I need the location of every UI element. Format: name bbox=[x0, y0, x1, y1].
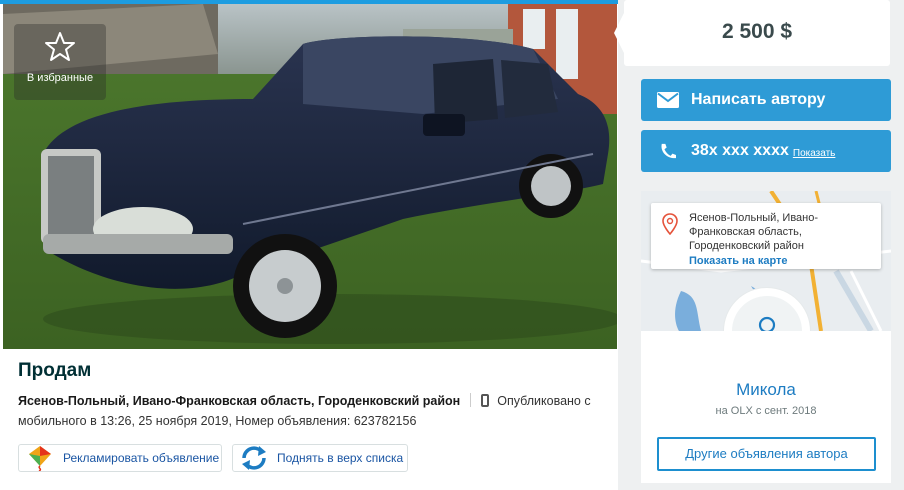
star-outline-icon bbox=[45, 32, 75, 61]
location-popup: Ясенов-Польный, Ивано-Франковская област… bbox=[651, 203, 881, 269]
show-on-map-link[interactable]: Показать на карте bbox=[689, 255, 788, 267]
kite-icon bbox=[29, 446, 51, 471]
ad-title: Продам bbox=[18, 360, 92, 381]
price-notch bbox=[614, 13, 624, 53]
location-pin-icon bbox=[662, 213, 678, 235]
published-date: в 13:26, 25 ноября 2019, bbox=[90, 414, 232, 428]
ad-photo[interactable]: В избранные bbox=[3, 4, 617, 349]
ad-meta: Ясенов-Польный, Ивано-Франковская област… bbox=[18, 391, 598, 431]
price-card: 2 500 $ bbox=[614, 0, 890, 66]
ad-page: В избранные Продам Ясенов-Польный, Ивано… bbox=[0, 0, 904, 490]
show-phone-link[interactable]: Показать bbox=[793, 148, 836, 159]
favorites-label: В избранные bbox=[26, 72, 94, 84]
ad-card: В избранные Продам Ясенов-Польный, Ивано… bbox=[0, 0, 618, 490]
raise-ad-button[interactable]: Поднять в верх списка bbox=[232, 444, 408, 472]
meta-divider bbox=[470, 393, 472, 407]
refresh-arrows-icon bbox=[242, 446, 266, 470]
ad-number: Номер объявления: 623782156 bbox=[235, 414, 417, 428]
ad-location: Ясенов-Польный, Ивано-Франковская област… bbox=[18, 394, 461, 408]
write-to-author-label: Написать автору bbox=[691, 91, 826, 108]
seller-card: Ясенов-Польный, Ивано-Франковская област… bbox=[641, 191, 891, 483]
map-location-text: Ясенов-Польный, Ивано-Франковская област… bbox=[689, 212, 819, 252]
other-ads-button[interactable]: Другие объявления автора bbox=[657, 437, 876, 471]
location-map[interactable]: Ясенов-Польный, Ивано-Франковская област… bbox=[641, 191, 891, 331]
mobile-phone-icon bbox=[481, 394, 490, 407]
seller-since: на OLX с сент. 2018 bbox=[715, 405, 817, 417]
envelope-icon bbox=[657, 92, 679, 108]
promote-ad-button[interactable]: Рекламировать объявление bbox=[18, 444, 222, 472]
price-value: 2 500 $ bbox=[721, 20, 793, 43]
write-to-author-button[interactable]: Написать автору bbox=[641, 79, 891, 121]
promote-ad-label: Рекламировать объявление bbox=[63, 451, 220, 465]
avatar-placeholder bbox=[732, 296, 802, 331]
seller-name[interactable]: Микола bbox=[641, 380, 891, 400]
user-icon bbox=[758, 316, 776, 331]
show-phone-button[interactable]: 38x xxx xxxx Показать bbox=[641, 130, 891, 172]
phone-number-masked: 38x xxx xxxx bbox=[691, 142, 789, 159]
add-to-favorites-button[interactable]: В избранные bbox=[14, 24, 106, 100]
raise-ad-label: Поднять в верх списка bbox=[277, 451, 404, 465]
phone-icon bbox=[661, 143, 676, 159]
